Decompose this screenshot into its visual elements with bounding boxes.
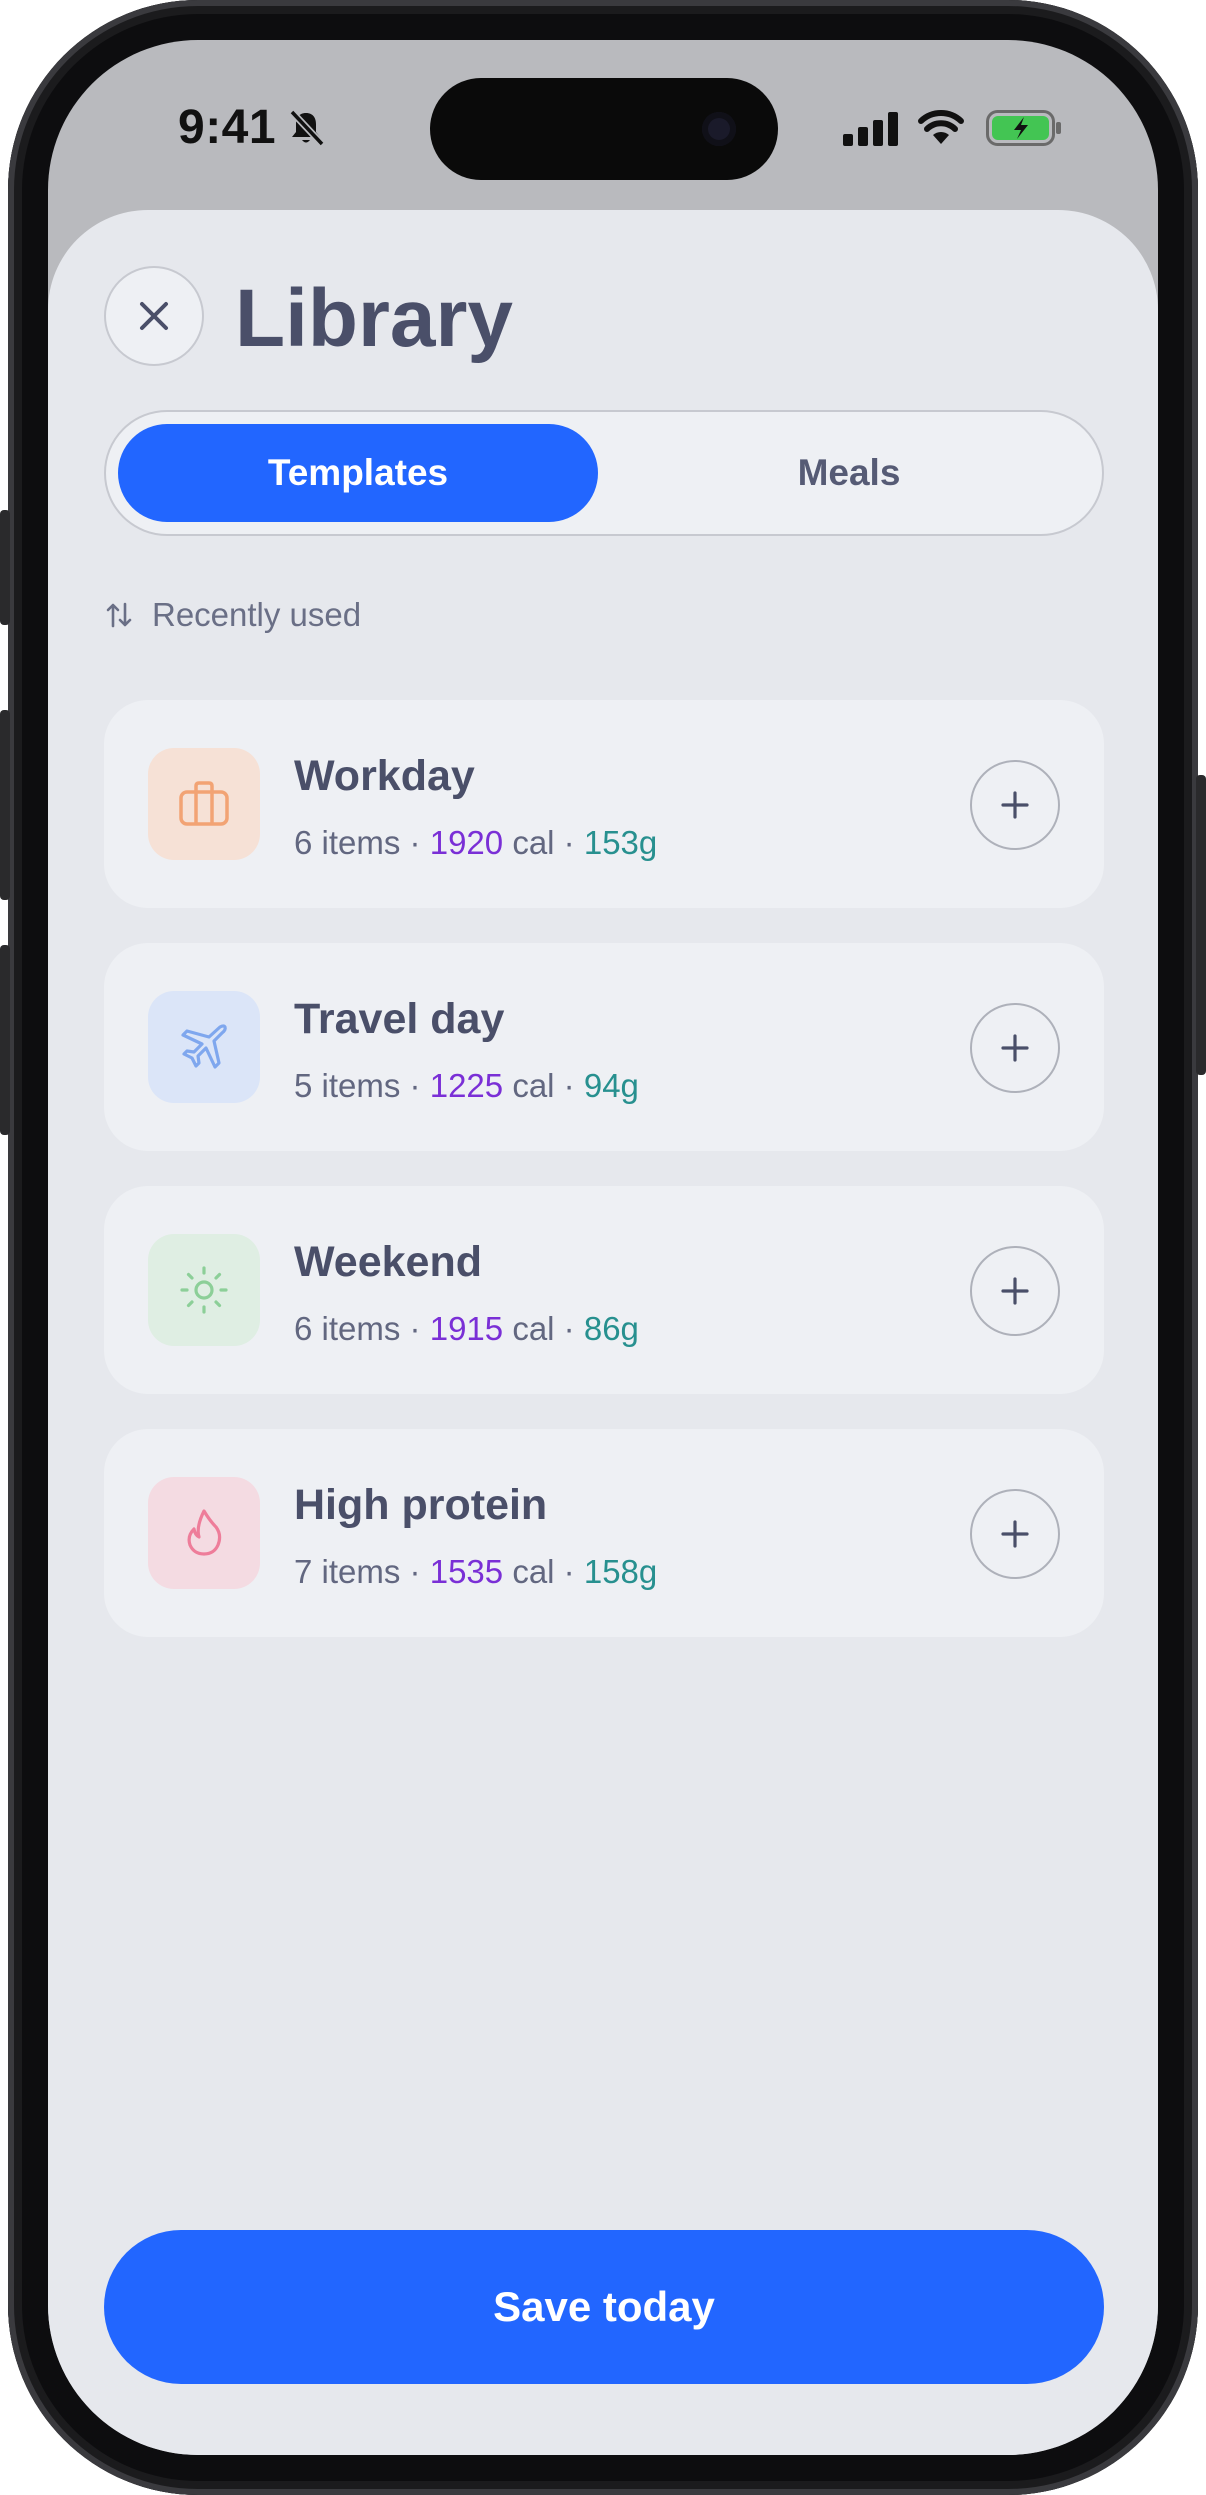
template-calories: 1915 [429, 1310, 504, 1347]
plus-icon [1001, 1520, 1029, 1548]
template-icon-tile [148, 1234, 260, 1346]
template-meta: 5 items · 1225 cal · 94g [294, 1067, 639, 1105]
briefcase-icon [179, 781, 229, 826]
template-calories: 1920 [429, 824, 504, 861]
template-meta: 6 items · 1920 cal · 153g [294, 824, 657, 862]
tab-templates[interactable]: Templates [118, 424, 598, 522]
camera-icon [702, 112, 736, 146]
library-sheet: Library Templates Meals Recently used Wo… [48, 210, 1158, 2455]
battery-charging-icon [986, 108, 1064, 153]
template-grams: 158g [583, 1553, 658, 1590]
template-grams: 86g [583, 1310, 639, 1347]
template-name: Weekend [294, 1238, 482, 1286]
template-card-high-protein[interactable]: High protein 7 items · 1535 cal · 158g [104, 1429, 1104, 1637]
cellular-signal-icon [843, 112, 899, 151]
status-time: 9:41 [178, 101, 277, 154]
template-card-travel-day[interactable]: Travel day 5 items · 1225 cal · 94g [104, 943, 1104, 1151]
separator: · [409, 1553, 421, 1590]
separator: · [563, 1310, 575, 1347]
close-icon [140, 302, 168, 330]
calories-unit: cal [512, 824, 555, 861]
bell-slash-icon [286, 108, 326, 153]
flame-icon [187, 1509, 222, 1556]
close-button[interactable] [104, 266, 204, 366]
side-button-volume-up [0, 710, 10, 900]
sort-control[interactable]: Recently used [104, 590, 361, 640]
template-grams: 94g [583, 1067, 639, 1104]
save-today-button[interactable]: Save today [104, 2230, 1104, 2384]
side-button-action [0, 510, 10, 625]
template-item-count: 6 items [294, 1310, 401, 1347]
template-grams: 153g [583, 824, 658, 861]
add-template-button[interactable] [970, 1003, 1060, 1093]
sun-icon [180, 1266, 228, 1314]
template-card-workday[interactable]: Workday 6 items · 1920 cal · 153g [104, 700, 1104, 908]
separator: · [563, 1553, 575, 1590]
template-meta: 7 items · 1535 cal · 158g [294, 1553, 657, 1591]
template-item-count: 5 items [294, 1067, 401, 1104]
calories-unit: cal [512, 1553, 555, 1590]
template-meta: 6 items · 1915 cal · 86g [294, 1310, 639, 1348]
template-item-count: 6 items [294, 824, 401, 861]
template-name: High protein [294, 1481, 548, 1529]
side-button-power [1196, 775, 1206, 1075]
template-name: Workday [294, 752, 475, 800]
calories-unit: cal [512, 1067, 555, 1104]
airplane-icon [181, 1024, 227, 1069]
template-icon-tile [148, 1477, 260, 1589]
page-title: Library [235, 273, 513, 364]
template-icon-tile [148, 991, 260, 1103]
plus-icon [1001, 1034, 1029, 1062]
separator: · [563, 824, 575, 861]
add-template-button[interactable] [970, 760, 1060, 850]
side-button-volume-down [0, 945, 10, 1135]
add-template-button[interactable] [970, 1246, 1060, 1336]
separator: · [563, 1067, 575, 1104]
screen: 9:41 Library Templates Meals Recently us… [48, 40, 1158, 2455]
sort-label: Recently used [152, 596, 362, 633]
template-card-weekend[interactable]: Weekend 6 items · 1915 cal · 86g [104, 1186, 1104, 1394]
status-bar: 9:41 [48, 40, 1158, 220]
template-name: Travel day [294, 995, 505, 1043]
wifi-icon [918, 108, 964, 149]
sort-arrows-icon [106, 602, 132, 628]
template-calories: 1535 [429, 1553, 504, 1590]
separator: · [409, 1067, 421, 1104]
template-icon-tile [148, 748, 260, 860]
calories-unit: cal [512, 1310, 555, 1347]
separator: · [409, 824, 421, 861]
template-item-count: 7 items [294, 1553, 401, 1590]
separator: · [409, 1310, 421, 1347]
plus-icon [1001, 1277, 1029, 1305]
segmented-control: Templates Meals [104, 410, 1104, 536]
add-template-button[interactable] [970, 1489, 1060, 1579]
dynamic-island [430, 78, 778, 180]
plus-icon [1001, 791, 1029, 819]
tab-meals[interactable]: Meals [606, 424, 1092, 522]
template-calories: 1225 [429, 1067, 504, 1104]
